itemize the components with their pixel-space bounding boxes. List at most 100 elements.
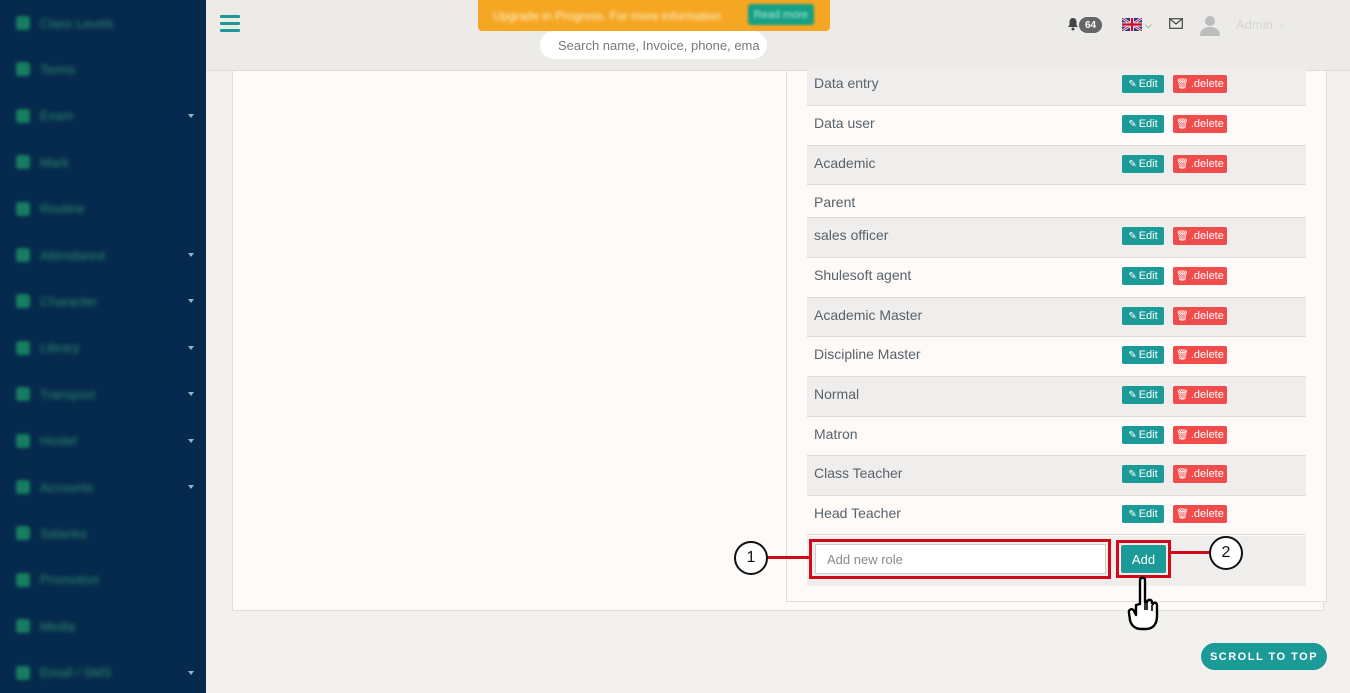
delete-label: .delete xyxy=(1190,230,1224,242)
edit-role-button[interactable]: ✎ Edit xyxy=(1122,267,1164,285)
delete-role-button[interactable]: 🗑 .delete xyxy=(1173,426,1227,444)
sidebar-item[interactable]: Terms xyxy=(0,46,206,92)
bell-icon[interactable] xyxy=(1066,17,1080,31)
edit-label: Edit xyxy=(1138,468,1158,480)
admin-chevron-down-icon[interactable]: ⌵ xyxy=(1278,19,1285,30)
sidebar-item[interactable]: Attendance xyxy=(0,232,206,278)
bus-icon xyxy=(16,387,30,402)
sidebar-item[interactable]: Hostel xyxy=(0,418,206,464)
wallet-icon xyxy=(16,526,30,541)
language-chevron-down-icon[interactable]: ⌵ xyxy=(1145,20,1152,31)
delete-role-button[interactable]: 🗑 .delete xyxy=(1173,75,1227,93)
bed-icon xyxy=(16,433,30,448)
sidebar-item[interactable]: Media xyxy=(0,603,206,649)
delete-label: .delete xyxy=(1190,468,1224,480)
sidebar-item[interactable]: Promotion xyxy=(0,557,206,603)
role-name: Academic xyxy=(814,155,876,171)
edit-icon: ✎ xyxy=(1128,118,1137,130)
role-row: Class Teacher ✎ Edit 🗑 .delete xyxy=(807,456,1306,496)
edit-icon: ✎ xyxy=(1128,468,1137,480)
edit-label: Edit xyxy=(1138,118,1158,130)
edit-role-button[interactable]: ✎ Edit xyxy=(1122,227,1164,245)
trash-icon: 🗑 xyxy=(1176,468,1189,480)
edit-icon: ✎ xyxy=(1128,389,1137,401)
trash-icon: 🗑 xyxy=(1176,429,1189,441)
admin-user-name[interactable]: Admin xyxy=(1236,17,1273,32)
delete-role-button[interactable]: 🗑 .delete xyxy=(1173,465,1227,483)
global-search-input[interactable] xyxy=(540,31,767,59)
delete-role-button[interactable]: 🗑 .delete xyxy=(1173,386,1227,404)
edit-role-button[interactable]: ✎ Edit xyxy=(1122,307,1164,325)
edit-label: Edit xyxy=(1138,158,1158,170)
edit-role-button[interactable]: ✎ Edit xyxy=(1122,386,1164,404)
edit-role-button[interactable]: ✎ Edit xyxy=(1122,465,1164,483)
delete-label: .delete xyxy=(1190,429,1224,441)
caret-down-icon xyxy=(188,670,194,675)
sidebar-item-label: Promotion xyxy=(40,572,100,588)
edit-role-button[interactable]: ✎ Edit xyxy=(1122,115,1164,133)
trash-icon: 🗑 xyxy=(1176,158,1189,170)
sidebar-item[interactable]: Character xyxy=(0,278,206,324)
sidebar-item[interactable]: Routine xyxy=(0,186,206,232)
delete-role-button[interactable]: 🗑 .delete xyxy=(1173,115,1227,133)
menu-toggle-icon[interactable] xyxy=(220,15,240,33)
role-name: Academic Master xyxy=(814,307,923,323)
role-row: sales officer ✎ Edit 🗑 .delete xyxy=(807,218,1306,258)
sidebar-item[interactable]: Transport xyxy=(0,371,206,417)
sidebar-item-label: Email / SMS xyxy=(40,665,112,681)
delete-label: .delete xyxy=(1190,118,1224,130)
edit-role-button[interactable]: ✎ Edit xyxy=(1122,426,1164,444)
sidebar-item[interactable]: Email / SMS xyxy=(0,650,206,693)
mail-icon[interactable] xyxy=(1169,18,1183,29)
role-name: Head Teacher xyxy=(814,505,901,521)
sidebar-item[interactable]: Salaries xyxy=(0,510,206,556)
edit-role-button[interactable]: ✎ Edit xyxy=(1122,155,1164,173)
edit-label: Edit xyxy=(1138,270,1158,282)
avatar[interactable] xyxy=(1199,14,1221,36)
edit-icon: ✎ xyxy=(1128,158,1137,170)
delete-role-button[interactable]: 🗑 .delete xyxy=(1173,307,1227,325)
sidebar-item-label: Routine xyxy=(40,201,85,217)
scroll-to-top-button[interactable]: SCROLL TO TOP xyxy=(1201,643,1327,670)
edit-role-button[interactable]: ✎ Edit xyxy=(1122,346,1164,364)
role-name: Matron xyxy=(814,426,858,442)
upgrade-read-more-button[interactable]: Read more xyxy=(747,4,814,25)
edit-icon: ✎ xyxy=(1128,230,1137,242)
sidebar-item-label: Media xyxy=(40,618,76,634)
trash-icon: 🗑 xyxy=(1176,270,1189,282)
sidebar-item[interactable]: Mark xyxy=(0,139,206,185)
caret-down-icon xyxy=(188,485,194,489)
sidebar-item[interactable]: Exam xyxy=(0,93,206,139)
role-row: Normal ✎ Edit 🗑 .delete xyxy=(807,377,1306,417)
delete-role-button[interactable]: 🗑 .delete xyxy=(1173,155,1227,173)
edit-icon: ✎ xyxy=(1128,78,1137,90)
edit-icon: ✎ xyxy=(1128,349,1137,361)
delete-role-button[interactable]: 🗑 .delete xyxy=(1173,227,1227,245)
sidebar-item-label: Terms xyxy=(40,61,76,77)
edit-role-button[interactable]: ✎ Edit xyxy=(1122,505,1164,523)
role-name: Class Teacher xyxy=(814,465,903,481)
sidebar-item[interactable]: Library xyxy=(0,325,206,371)
sidebar-item-label: Attendance xyxy=(40,247,106,263)
edit-role-button[interactable]: ✎ Edit xyxy=(1122,75,1164,93)
edit-label: Edit xyxy=(1138,429,1158,441)
upgrade-banner: Upgrade in Progress. For more informatio… xyxy=(478,0,830,31)
role-name: Data user xyxy=(814,115,875,131)
delete-label: .delete xyxy=(1190,78,1224,90)
caret-down-icon xyxy=(188,392,194,397)
delete-role-button[interactable]: 🗑 .delete xyxy=(1173,505,1227,523)
role-row: Shulesoft agent ✎ Edit 🗑 .delete xyxy=(807,258,1306,298)
trash-icon: 🗑 xyxy=(1176,310,1189,322)
edit-label: Edit xyxy=(1138,389,1158,401)
delete-label: .delete xyxy=(1190,349,1224,361)
trash-icon: 🗑 xyxy=(1176,230,1189,242)
delete-role-button[interactable]: 🗑 .delete xyxy=(1173,267,1227,285)
delete-label: .delete xyxy=(1190,389,1224,401)
edit-label: Edit xyxy=(1138,78,1158,90)
delete-role-button[interactable]: 🗑 .delete xyxy=(1173,346,1227,364)
sidebar-item[interactable]: Accounts xyxy=(0,464,206,510)
uk-flag-icon[interactable] xyxy=(1122,18,1142,31)
sidebar-item-label: Salaries xyxy=(40,525,87,541)
sidebar-item[interactable]: Class Levels xyxy=(0,0,206,46)
callout-2-marker: 2 xyxy=(1209,536,1243,570)
